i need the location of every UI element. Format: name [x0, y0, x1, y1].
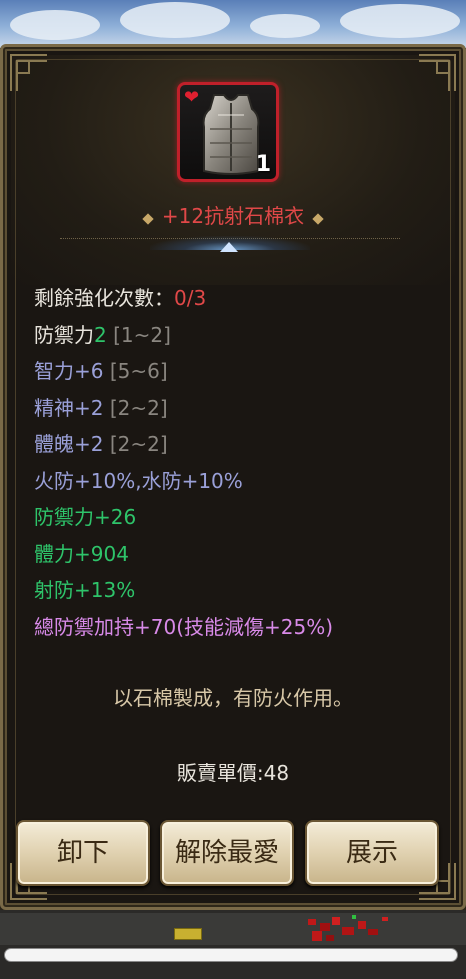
enemy-cluster-icon: [308, 915, 388, 941]
stat-part: 體力+904: [34, 541, 129, 566]
stat-line: 總防禦加持+70(技能減傷+25%): [34, 609, 444, 646]
show-button[interactable]: 展示: [305, 820, 439, 886]
scene-strip: [0, 913, 466, 945]
item-count: 1: [255, 152, 271, 177]
stat-part: 0/3: [174, 286, 207, 310]
minimap-marker-icon: [174, 928, 202, 940]
hp-bar: [4, 948, 458, 962]
item-name: +12抗射石棉衣: [161, 204, 305, 228]
item-icon-slot[interactable]: ❤ 1: [177, 82, 279, 182]
unequip-button[interactable]: 卸下: [16, 820, 150, 886]
stat-part: 火防+10%,水防+10%: [34, 468, 243, 493]
stat-line: 防禦力2 [1~2]: [34, 317, 444, 354]
stat-line: 智力+6 [5~6]: [34, 353, 444, 390]
stat-part: [5~6]: [103, 359, 168, 383]
heart-icon: ❤: [184, 87, 200, 108]
stat-part: 防禦力: [34, 322, 94, 347]
armor-vest-icon: [202, 94, 260, 175]
stat-part: 2: [94, 322, 107, 347]
stat-part: 體魄+2: [34, 432, 104, 456]
unfavorite-button[interactable]: 解除最愛: [160, 820, 294, 886]
stat-line: 精神+2 [2~2]: [34, 390, 444, 427]
item-name-row: +12抗射石棉衣: [0, 200, 466, 229]
stat-line: 防禦力+26: [34, 499, 444, 536]
triangle-up-icon: [220, 242, 238, 252]
stat-line: 剩餘強化次數：0/3: [34, 280, 444, 317]
diamond-icon: [312, 212, 324, 225]
stat-part: 剩餘強化次數：: [34, 286, 174, 310]
corner-ornament-icon: [9, 53, 49, 93]
stat-part: 射防+13%: [34, 578, 136, 602]
background-sky: [0, 0, 466, 48]
stat-line: 射防+13%: [34, 572, 444, 609]
diamond-icon: [142, 212, 154, 225]
stat-part: [2~2]: [103, 395, 168, 420]
stat-part: 智力+6: [34, 359, 104, 383]
stat-line: 火防+10%,水防+10%: [34, 463, 444, 500]
corner-ornament-icon: [417, 53, 457, 93]
stats-list: 剩餘強化次數：0/3 防禦力2 [1~2] 智力+6 [5~6] 精神+2 [2~2]…: [34, 280, 444, 645]
stat-part: [2~2]: [103, 432, 168, 456]
stat-line: 體魄+2 [2~2]: [34, 426, 444, 463]
stat-part: 總防禦加持+70(技能減傷+25%): [34, 614, 334, 639]
sell-price: 販賣單價:48: [176, 761, 290, 785]
stat-part: 精神+2: [34, 395, 104, 420]
item-description: 以石棉製成，有防火作用。: [113, 686, 353, 710]
stat-line: 體力+904: [34, 536, 444, 573]
stat-part: 防禦力+26: [34, 505, 137, 529]
stat-part: [1~2]: [106, 322, 171, 347]
